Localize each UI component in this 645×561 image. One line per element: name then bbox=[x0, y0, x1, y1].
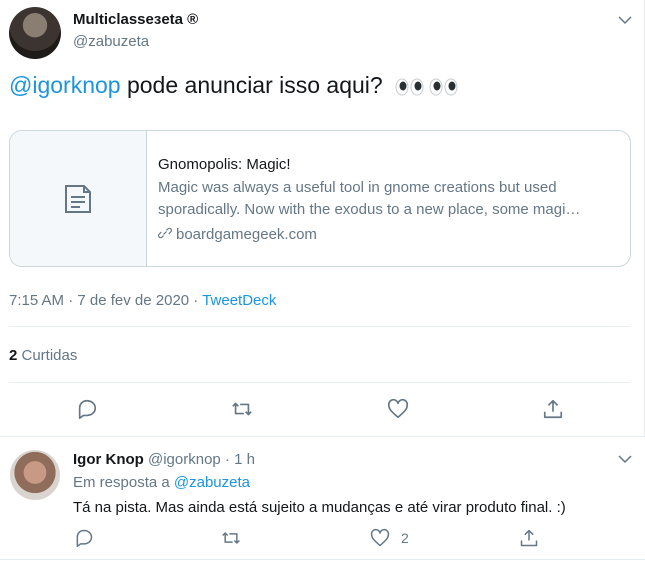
card-thumbnail bbox=[10, 131, 147, 266]
retweet-icon[interactable] bbox=[221, 528, 241, 548]
avatar[interactable] bbox=[10, 450, 60, 500]
author-handle[interactable]: @zabuzeta bbox=[73, 33, 149, 50]
reply-icon[interactable] bbox=[74, 528, 94, 548]
tweet-timestamp[interactable]: 7:15 AM · 7 de fev de 2020 · bbox=[9, 292, 202, 309]
reply-author-handle[interactable]: @igorknop · 1 h bbox=[148, 451, 255, 468]
link-card[interactable]: Gnomopolis: Magic! Magic was always a us… bbox=[9, 130, 631, 267]
tweet-body: pode anunciar isso aqui? bbox=[120, 72, 383, 98]
reply-author-name[interactable]: Igor Knop bbox=[73, 451, 144, 468]
share-icon[interactable] bbox=[519, 528, 539, 548]
author-name[interactable]: Multiclasseзeta ® bbox=[73, 11, 198, 28]
like-icon[interactable] bbox=[370, 528, 390, 548]
reply-like-count: 2 bbox=[401, 530, 409, 546]
eyes-emoji bbox=[395, 78, 458, 96]
card-domain-text: boardgamegeek.com bbox=[176, 226, 317, 243]
reply-header: Igor Knop @igorknop · 1 h bbox=[73, 451, 255, 468]
retweet-icon[interactable] bbox=[231, 398, 253, 420]
tweet-text: @igorknop pode anunciar isso aqui? bbox=[9, 72, 459, 99]
share-icon[interactable] bbox=[542, 398, 564, 420]
reply-prefix: Em resposta a bbox=[73, 474, 174, 491]
card-domain: boardgamegeek.com bbox=[158, 223, 623, 247]
divider bbox=[0, 436, 645, 437]
main-tweet: Multiclasseзeta ® @zabuzeta @igorknop po… bbox=[0, 0, 645, 436]
chevron-down-icon[interactable] bbox=[616, 450, 634, 468]
reply-text: Tá na pista. Mas ainda está sujeito a mu… bbox=[73, 499, 566, 516]
link-icon bbox=[158, 227, 172, 239]
reply-mention[interactable]: @zabuzeta bbox=[174, 474, 250, 491]
card-title: Gnomopolis: Magic! bbox=[158, 156, 291, 173]
card-body: Gnomopolis: Magic! Magic was always a us… bbox=[158, 153, 623, 247]
divider bbox=[0, 559, 645, 560]
likes-label: Curtidas bbox=[17, 347, 78, 364]
avatar[interactable] bbox=[9, 7, 61, 59]
tweet-source[interactable]: TweetDeck bbox=[202, 292, 276, 309]
divider bbox=[9, 326, 630, 327]
tweet-meta: 7:15 AM · 7 de fev de 2020 · TweetDeck bbox=[9, 292, 276, 309]
reply-context: Em resposta a @zabuzeta bbox=[73, 474, 250, 491]
chevron-down-icon[interactable] bbox=[616, 11, 634, 29]
reply-icon[interactable] bbox=[76, 398, 98, 420]
likes-stat[interactable]: 2 Curtidas bbox=[9, 347, 77, 364]
card-description: Magic was always a useful tool in gnome … bbox=[158, 179, 581, 218]
document-icon bbox=[65, 185, 91, 213]
mention-link[interactable]: @igorknop bbox=[9, 72, 121, 98]
divider bbox=[9, 382, 630, 383]
like-icon[interactable] bbox=[387, 398, 409, 420]
